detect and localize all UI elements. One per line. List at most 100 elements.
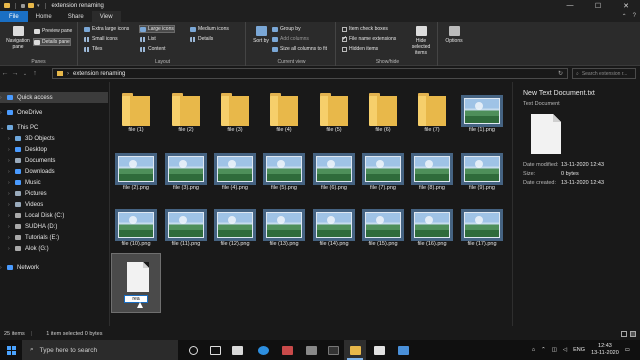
nav-item-3d-objects[interactable]: › 3D Objects [0,133,108,144]
show-hidden-icons-icon[interactable]: ⌃ [541,347,546,353]
details-view-icon[interactable] [621,330,627,337]
nav-item-desktop[interactable]: › Desktop [0,144,108,155]
clock[interactable]: 12:43 13-11-2020 [591,343,619,357]
nav-item-videos[interactable]: › Videos [0,199,108,210]
rename-input[interactable]: rea [124,295,148,303]
properties-icon[interactable] [21,3,25,8]
folder-item[interactable]: file (3) [211,86,259,138]
minimize-button[interactable]: — [556,0,584,11]
folder-item[interactable]: file (7) [408,86,456,138]
nav-item-onedrive[interactable]: › OneDrive [0,107,108,118]
nav-item-local-disk-c[interactable]: › Local Disk (C:) [0,210,108,221]
task-view-button[interactable] [204,340,226,360]
taskbar-app-terminal[interactable] [322,340,344,360]
nav-item-tutorials-e[interactable]: › Tutorials (E:) [0,232,108,243]
image-file-item[interactable]: file (5).png [260,144,308,196]
nav-item-quick-access[interactable]: › Quick access [0,92,108,103]
list-button[interactable]: List [140,36,156,42]
image-file-item[interactable]: file (9).png [458,144,506,196]
image-file-item[interactable]: file (3).png [162,144,210,196]
file-name-extensions-toggle[interactable]: File name extensions [342,35,396,42]
chevron-down-icon[interactable]: ▾ [37,3,40,9]
forward-arrow-icon[interactable]: → [10,70,20,77]
item-check-boxes-toggle[interactable]: Item check boxes [342,26,388,32]
tab-home[interactable]: Home [28,11,60,22]
taskbar-app-file-explorer[interactable] [344,340,366,360]
image-file-item[interactable]: file (11).png [162,200,210,252]
nav-item-pictures[interactable]: › Pictures [0,188,108,199]
chevron-right-icon[interactable]: › [0,110,7,116]
group-by-button[interactable]: Group by [272,26,301,32]
nav-item-documents[interactable]: › Documents [0,155,108,166]
add-columns-button[interactable]: Add columns [272,36,309,42]
image-file-item[interactable]: file (14).png [310,200,358,252]
details-view-button[interactable]: Details [190,36,213,42]
image-file-item[interactable]: file (13).png [260,200,308,252]
nav-item-downloads[interactable]: › Downloads [0,166,108,177]
taskbar-app[interactable] [300,340,322,360]
image-file-item[interactable]: file (16).png [408,200,456,252]
extra-large-icons-button[interactable]: Extra large icons [84,26,129,32]
image-file-item[interactable]: file (4).png [211,144,259,196]
hide-selected-items-button[interactable]: Hide selected items [406,26,436,56]
notifications-icon[interactable]: ▭ [625,347,630,353]
nav-item-music[interactable]: › Music [0,177,108,188]
language-indicator[interactable]: ENG [573,347,585,353]
size-all-columns-button[interactable]: Size all columns to fit [272,46,327,52]
cortana-button[interactable] [182,340,204,360]
preview-pane-button[interactable]: Preview pane [34,28,72,34]
chevron-right-icon[interactable]: › [8,147,15,153]
image-file-item[interactable]: file (12).png [211,200,259,252]
chevron-right-icon[interactable]: › [8,224,15,230]
tiles-button[interactable]: Tiles [84,46,102,52]
image-file-item[interactable]: file (17).png [458,200,506,252]
nav-item-this-pc[interactable]: ⌄ This PC [0,122,108,133]
folder-item[interactable]: file (2) [162,86,210,138]
network-icon[interactable]: ◫ [552,347,557,353]
image-file-item[interactable]: file (7).png [359,144,407,196]
chevron-right-icon[interactable]: › [8,246,15,252]
chevron-right-icon[interactable]: › [0,95,7,101]
large-icons-button[interactable]: Large icons [139,25,175,33]
back-arrow-icon[interactable]: ← [0,70,10,77]
new-folder-icon[interactable] [28,3,34,8]
taskbar-app[interactable] [368,340,390,360]
checkbox[interactable] [342,35,347,42]
start-button[interactable] [0,340,22,360]
image-file-item[interactable]: file (6).png [310,144,358,196]
taskbar-app-edge[interactable] [252,340,274,360]
breadcrumb[interactable]: extension renaming [73,71,125,77]
folder-item[interactable]: file (5) [310,86,358,138]
image-file-item[interactable]: file (10).png [112,200,160,252]
chevron-right-icon[interactable]: › [8,202,15,208]
checkbox[interactable] [342,46,347,52]
chevron-right-icon[interactable]: › [8,158,15,164]
collapse-ribbon-icon[interactable]: ⌃ [622,13,627,20]
nav-item-alok-g[interactable]: › Alok (G:) [0,243,108,254]
image-file-item[interactable]: file (2).png [112,144,160,196]
folder-item[interactable]: file (4) [260,86,308,138]
volume-icon[interactable]: ◁ [563,347,567,353]
chevron-right-icon[interactable]: › [8,180,15,186]
chevron-right-icon[interactable]: › [0,265,7,271]
small-icons-button[interactable]: Small icons [84,36,118,42]
up-arrow-icon[interactable]: ↑ [30,70,40,77]
image-file-item[interactable]: file (1).png [458,86,506,138]
chevron-right-icon[interactable]: › [8,191,15,197]
chevron-right-icon[interactable]: › [8,235,15,241]
folder-item[interactable]: file (1) [112,86,160,138]
navigation-pane-button[interactable]: Navigation pane [3,26,33,50]
chevron-right-icon[interactable]: › [67,71,69,77]
tab-share[interactable]: Share [60,11,92,22]
chevron-right-icon[interactable]: › [8,136,15,142]
refresh-icon[interactable]: ↻ [558,70,563,77]
taskbar-search-input[interactable]: ⌕ Type here to search [22,340,178,360]
search-input[interactable]: ⌕ Search extension r... [572,68,636,79]
nav-item-network[interactable]: › Network [0,262,108,273]
content-button[interactable]: Content [140,46,166,52]
recent-locations-icon[interactable]: ⌄ [20,71,30,77]
taskbar-app[interactable] [226,340,248,360]
address-field[interactable]: › extension renaming ↻ [52,68,568,79]
medium-icons-button[interactable]: Medium icons [190,26,229,32]
hidden-items-toggle[interactable]: Hidden items [342,46,378,52]
